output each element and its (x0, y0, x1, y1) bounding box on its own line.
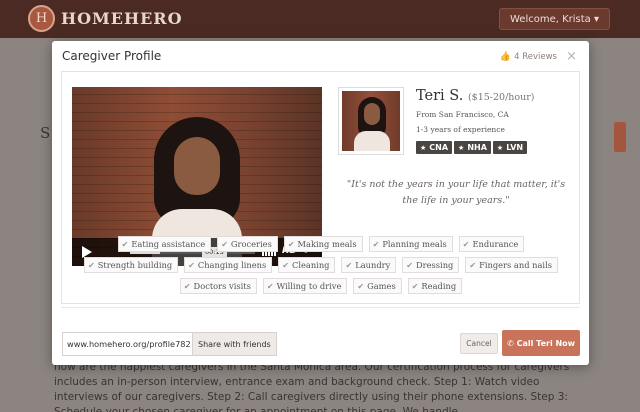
star-icon: ★ (496, 143, 504, 152)
caregiver-name: Teri S. (416, 88, 464, 104)
check-icon: ✔ (188, 260, 195, 270)
caregiver-quote: "It's not the years in your life that ma… (346, 179, 566, 206)
skill-tag: ✔ Eating assistance (117, 236, 212, 252)
footer-divider (61, 307, 580, 308)
background-paragraph: how are the happiest caregivers in the S… (54, 361, 570, 412)
check-icon: ✔ (462, 239, 470, 249)
close-icon[interactable]: × (566, 49, 577, 64)
star-icon: ★ (420, 143, 427, 152)
profile-url-field[interactable]: www.homehero.org/profile782 (62, 332, 193, 356)
skill-tag: ✔ Strength building (84, 257, 179, 273)
skill-tag: ✔ Endurance (458, 236, 525, 252)
skill-tag: ✔ Cleaning (278, 257, 336, 273)
skill-tag: ✔ Making meals (283, 236, 363, 252)
caregiver-name-line: Teri S. ($15-20/hour) (416, 88, 535, 104)
check-icon: ✔ (357, 281, 365, 291)
user-menu-dropdown[interactable]: Welcome, Krista ▾ (498, 8, 610, 30)
modal-title: Caregiver Profile (62, 49, 162, 63)
check-icon: ✔ (345, 260, 353, 270)
skill-tag: ✔ Laundry (341, 257, 397, 273)
check-icon: ✔ (372, 239, 380, 249)
check-icon: ✔ (282, 260, 289, 270)
skill-tag: ✔ Willing to drive (262, 278, 348, 294)
caregiver-photo (338, 87, 404, 155)
check-icon: ✔ (121, 239, 129, 249)
background-button (614, 122, 626, 152)
check-icon: ✔ (88, 260, 95, 270)
skills-list: ✔ Eating assistance ✔ Groceries ✔ Making me… (80, 236, 562, 294)
phone-icon: ✆ (506, 338, 514, 348)
caregiver-profile-modal: Caregiver Profile 👍 4 Reviews × 00:13 HD… (52, 41, 589, 365)
share-with-friends-button[interactable]: Share with friends (193, 332, 277, 356)
homehero-logo[interactable]: H HOMEHERO (28, 5, 183, 32)
check-icon: ✔ (411, 281, 419, 291)
check-icon: ✔ (266, 281, 274, 291)
skill-tag: ✔ Reading (407, 278, 463, 294)
top-navigation-bar: H HOMEHERO Welcome, Krista ▾ (0, 0, 640, 38)
certification-badges: ★ CNA ★ NHA ★ LVN (416, 141, 528, 154)
skill-tag: ✔ Planning meals (368, 236, 453, 252)
star-icon: ★ (458, 143, 465, 152)
certification-badge: ★ LVN (492, 141, 528, 154)
reviews-label: 4 Reviews (514, 52, 557, 62)
background-heading: S (40, 124, 51, 142)
cancel-button[interactable]: Cancel (460, 333, 498, 354)
skill-tag: ✔ Groceries (217, 236, 278, 252)
call-button-label: Call Teri Now (516, 338, 576, 348)
reviews-link[interactable]: 👍 4 Reviews (500, 52, 557, 62)
thumbs-up-icon: 👍 (499, 52, 512, 62)
check-icon: ✔ (183, 281, 191, 291)
certification-badge: ★ CNA (416, 141, 453, 154)
check-icon: ✔ (469, 260, 477, 270)
caregiver-location: From San Francisco, CA (416, 110, 509, 119)
skill-tag: ✔ Fingers and nails (465, 257, 558, 273)
caregiver-rate: ($15-20/hour) (467, 92, 535, 103)
check-icon: ✔ (287, 239, 295, 249)
logo-text: HOMEHERO (61, 9, 183, 28)
caregiver-experience: 1-3 years of experience (416, 125, 505, 134)
check-icon: ✔ (221, 239, 228, 249)
skill-tag: ✔ Changing linens (184, 257, 273, 273)
logo-emblem-icon: H (28, 5, 55, 32)
certification-badge: ★ NHA (454, 141, 491, 154)
check-icon: ✔ (406, 260, 413, 270)
skill-tag: ✔ Doctors visits (179, 278, 257, 294)
skill-tag: ✔ Games (353, 278, 402, 294)
skill-tag: ✔ Dressing (402, 257, 460, 273)
call-caregiver-button[interactable]: ✆ Call Teri Now (502, 330, 580, 356)
